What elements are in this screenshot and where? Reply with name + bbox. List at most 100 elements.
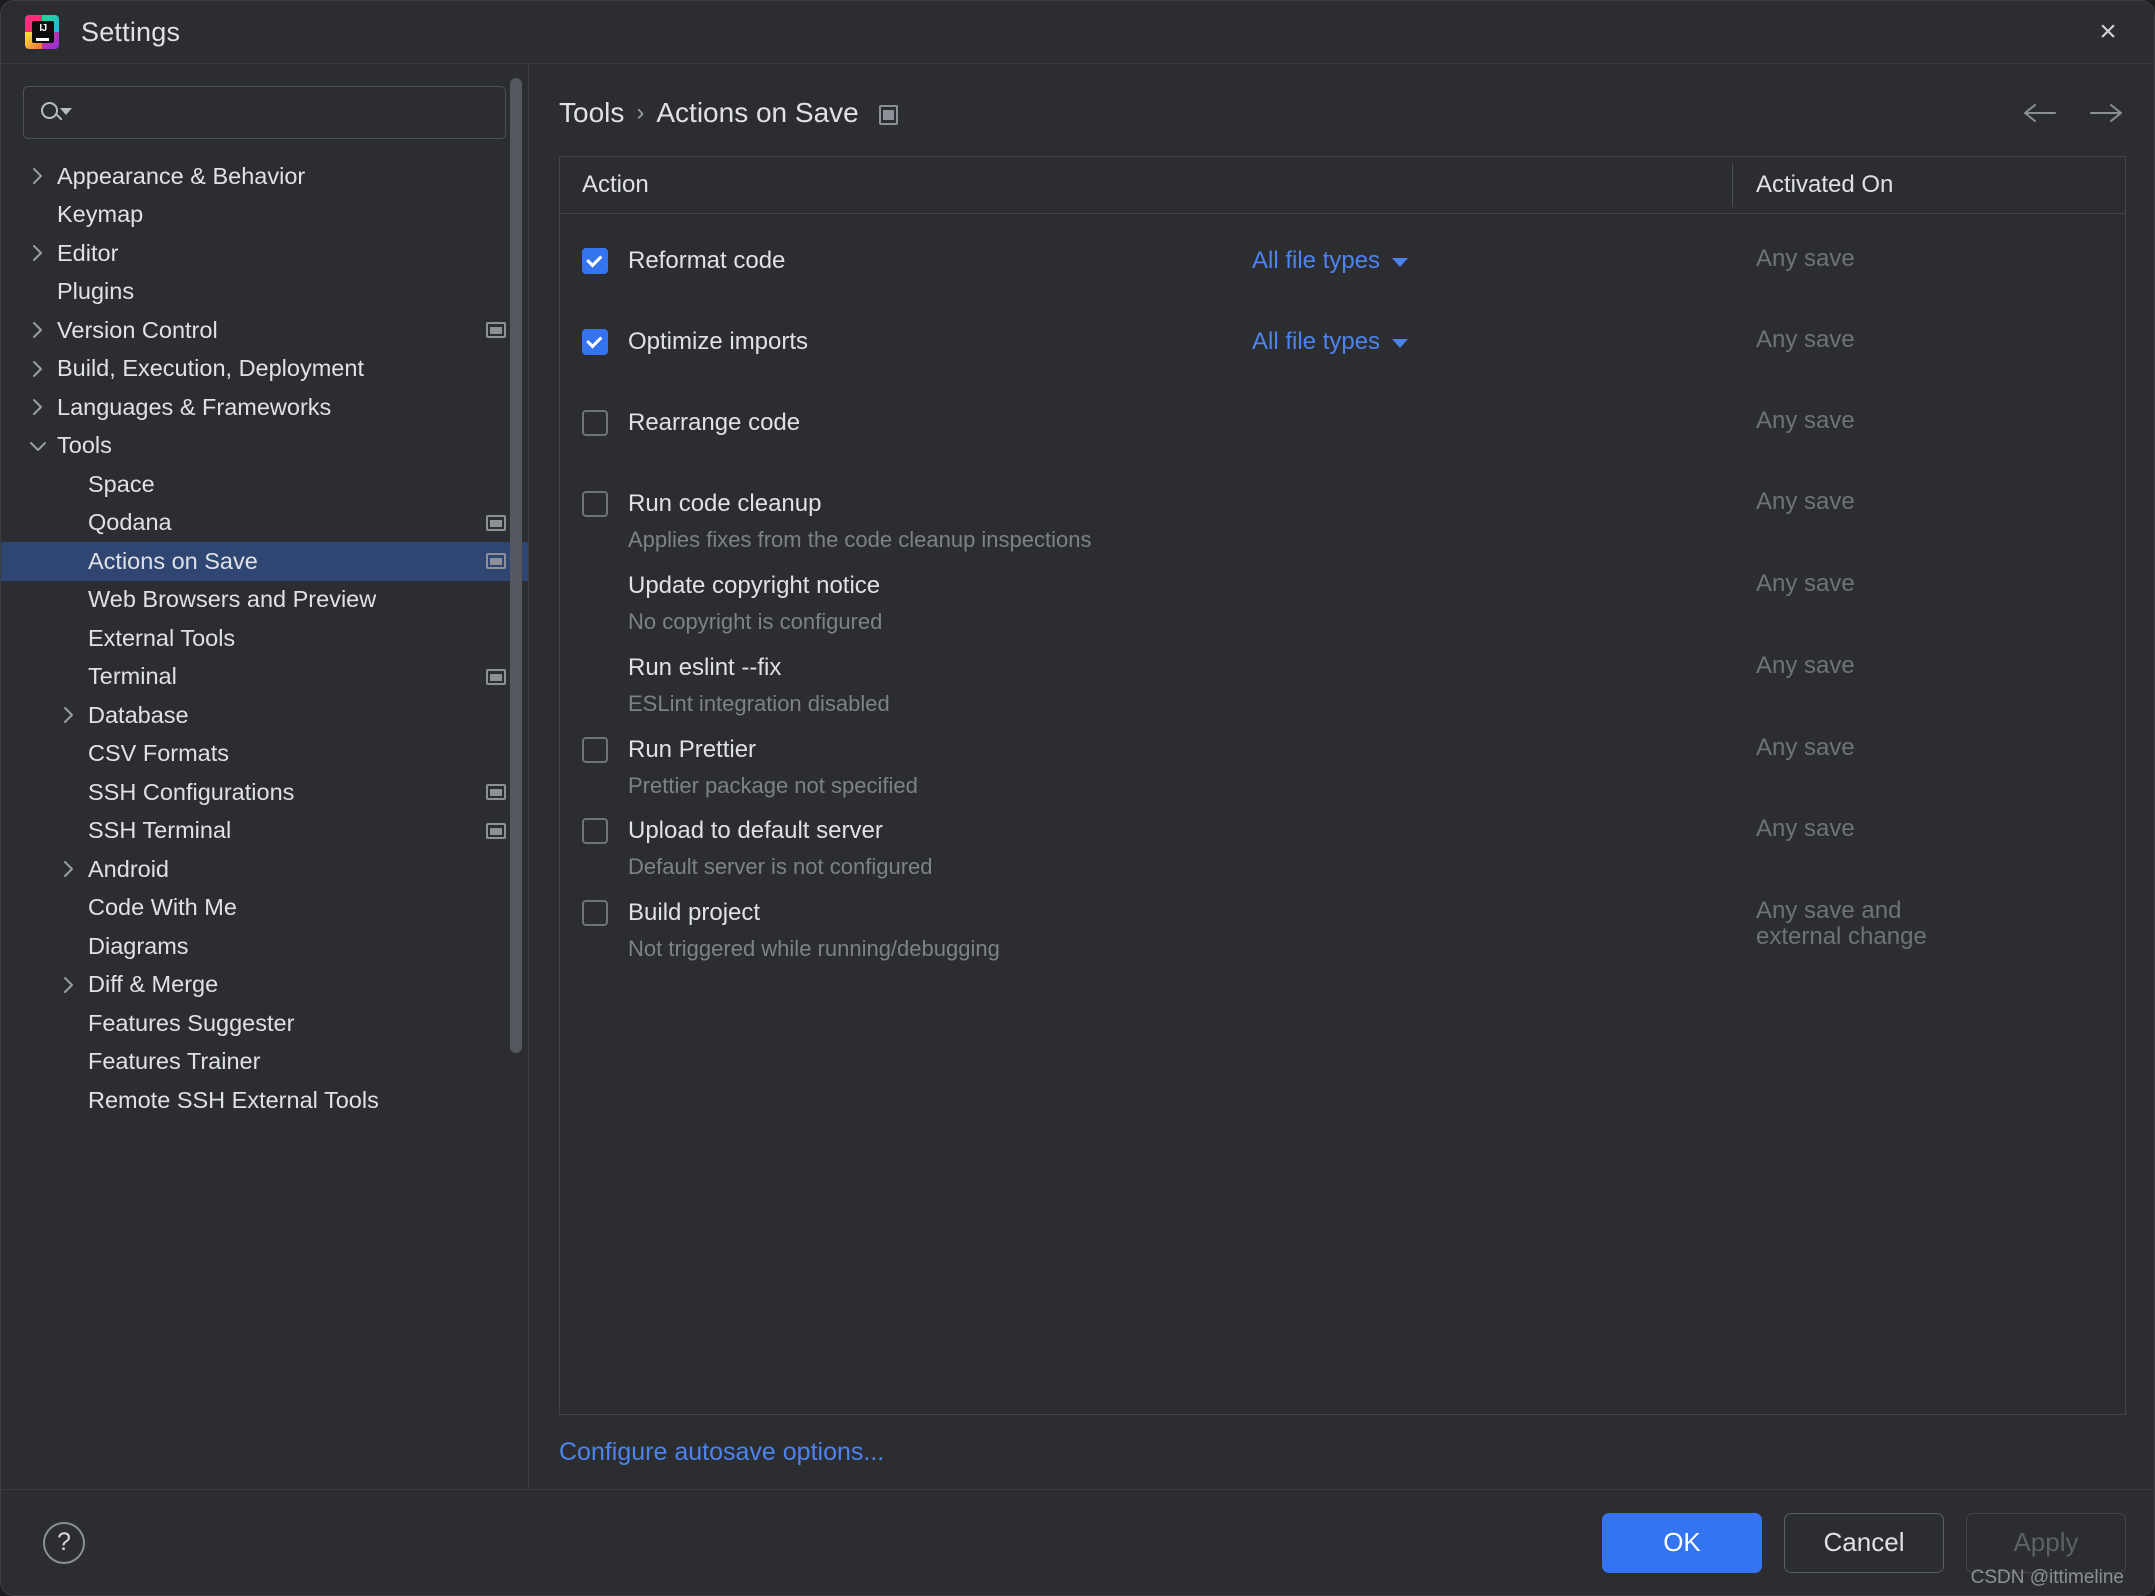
sidebar-item-code-with-me[interactable]: Code With Me [1,889,528,928]
title-bar: IJ Settings × [1,1,2154,64]
breadcrumb: Tools › Actions on Save [559,64,2126,156]
back-arrow-icon[interactable] [2020,93,2060,133]
ok-button[interactable]: OK [1602,1512,1762,1573]
activated-on-value: Any save [1756,570,1855,597]
sidebar-item-external-tools[interactable]: External Tools [1,619,528,658]
sidebar-item-version-control[interactable]: Version Control [1,311,528,350]
table-row[interactable]: Update copyright notice No copyright is c… [560,569,2125,635]
action-checkbox[interactable] [582,900,608,926]
sidebar-item-label: CSV Formats [88,740,230,767]
close-icon[interactable]: × [2088,12,2128,52]
watermark: CSDN @ittimeline [1970,1567,2124,1588]
chevron-right-icon[interactable] [25,359,51,379]
settings-sidebar: Appearance & Behavior Keymap Editor Plugins… [1,64,529,1489]
sidebar-item-web-browsers-and-preview[interactable]: Web Browsers and Preview [1,581,528,620]
chevron-right-icon[interactable] [25,166,51,186]
project-scope-icon [486,784,506,801]
sidebar-item-ssh-configurations[interactable]: SSH Configurations [1,773,528,812]
breadcrumb-parent[interactable]: Tools [559,97,624,129]
sidebar-item-label: Diff & Merge [88,971,219,998]
search-input[interactable] [68,100,489,125]
search-box[interactable] [23,86,506,139]
sidebar-item-label: Diagrams [88,932,189,959]
chevron-right-icon[interactable] [25,397,51,417]
chevron-right-icon[interactable] [25,243,51,263]
sidebar-item-remote-ssh-external-tools[interactable]: Remote SSH External Tools [1,1081,528,1120]
settings-dialog: IJ Settings × Appearance & Behavior Keyma… [0,0,2155,1596]
sidebar-item-editor[interactable]: Editor [1,234,528,273]
sidebar-item-label: Code With Me [88,894,237,921]
activated-on-value: Any save [1756,326,1855,353]
table-row[interactable]: Reformat code All file types Any save [560,244,2125,278]
sidebar-item-keymap[interactable]: Keymap [1,196,528,235]
column-divider[interactable] [1732,163,1733,207]
chevron-right-icon[interactable] [56,975,82,995]
window-title: Settings [81,16,181,47]
table-row[interactable]: Run Prettier Prettier package not specifi… [560,733,2125,799]
activated-on-value: Any save [1756,734,1855,761]
action-description: Prettier package not specified [628,773,918,798]
table-row[interactable]: Run eslint --fix ESLint integration disab… [560,651,2125,717]
sidebar-item-plugins[interactable]: Plugins [1,273,528,312]
action-description: ESLint integration disabled [628,691,890,716]
sidebar-item-build-execution-deployment[interactable]: Build, Execution, Deployment [1,350,528,389]
action-checkbox[interactable] [582,410,608,436]
sidebar-item-label: Languages & Frameworks [57,393,332,420]
dialog-footer: ? OK Cancel Apply CSDN @ittimeline [1,1489,2154,1595]
action-checkbox[interactable] [582,329,608,355]
table-row[interactable]: Optimize imports All file types Any save [560,325,2125,359]
sidebar-item-csv-formats[interactable]: CSV Formats [1,735,528,774]
sidebar-item-actions-on-save[interactable]: Actions on Save [1,542,528,581]
table-row[interactable]: Run code cleanup Applies fixes from the c… [560,487,2125,553]
action-cell: Run Prettier Prettier package not specifi… [560,733,1732,799]
sidebar-item-android[interactable]: Android [1,850,528,889]
action-label: Optimize imports [628,328,809,355]
chevron-down-icon [1392,339,1409,348]
chevron-right-icon[interactable] [56,859,82,879]
chevron-right-icon[interactable] [56,705,82,725]
chevron-down-icon[interactable] [25,439,51,453]
activated-on-value: Any save [1756,652,1855,679]
sidebar-item-diff-merge[interactable]: Diff & Merge [1,966,528,1005]
sidebar-item-terminal[interactable]: Terminal [1,658,528,697]
sidebar-item-label: Features Suggester [88,1009,295,1036]
action-label: Reformat code [628,247,786,274]
action-cell: Run code cleanup Applies fixes from the c… [560,487,1732,553]
sidebar-scrollbar-thumb[interactable] [510,78,522,1053]
sidebar-item-label: Keymap [57,201,144,228]
action-checkbox[interactable] [582,818,608,844]
activated-on-value: Any save [1756,815,1855,842]
action-checkbox[interactable] [582,491,608,517]
settings-content: Tools › Actions on Save Action Activated… [529,64,2154,1489]
intellij-idea-logo-icon: IJ [25,15,59,49]
table-header: Action Activated On [560,157,2125,214]
action-checkbox[interactable] [582,737,608,763]
forward-arrow-icon[interactable] [2086,93,2126,133]
action-description: No copyright is configured [628,609,883,634]
file-type-scope-label: All file types [1252,328,1381,355]
sidebar-item-space[interactable]: Space [1,465,528,504]
sidebar-scrollbar-track[interactable] [510,64,522,1489]
file-type-scope-dropdown[interactable]: All file types [1252,328,1409,356]
configure-autosave-link[interactable]: Configure autosave options... [559,1438,884,1467]
table-row[interactable]: Upload to default server Default server i… [560,814,2125,880]
table-row[interactable]: Build project Not triggered while running… [560,896,2125,962]
action-checkbox[interactable] [582,248,608,274]
chevron-right-icon[interactable] [25,320,51,340]
cancel-button[interactable]: Cancel [1784,1512,1944,1573]
sidebar-item-languages-frameworks[interactable]: Languages & Frameworks [1,388,528,427]
sidebar-item-features-suggester[interactable]: Features Suggester [1,1004,528,1043]
sidebar-item-database[interactable]: Database [1,696,528,735]
file-type-scope-dropdown[interactable]: All file types [1252,247,1409,275]
sidebar-item-ssh-terminal[interactable]: SSH Terminal [1,812,528,851]
sidebar-item-diagrams[interactable]: Diagrams [1,927,528,966]
sidebar-item-tools[interactable]: Tools [1,427,528,466]
help-icon[interactable]: ? [43,1521,85,1564]
action-cell: Reformat code [560,244,1732,278]
column-header-activated-on: Activated On [1756,171,1894,198]
sidebar-item-qodana[interactable]: Qodana [1,504,528,543]
sidebar-item-features-trainer[interactable]: Features Trainer [1,1043,528,1082]
project-scope-icon [486,668,506,685]
table-row[interactable]: Rearrange code Any save [560,406,2125,440]
sidebar-item-appearance-behavior[interactable]: Appearance & Behavior [1,157,528,196]
